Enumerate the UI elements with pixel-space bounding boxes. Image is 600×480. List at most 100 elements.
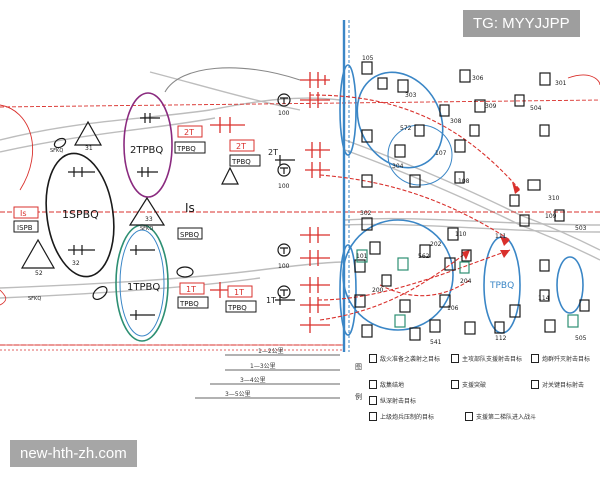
legend-box-icon (369, 354, 377, 363)
legend-box-icon (465, 412, 473, 421)
legend-item: 上级炮兵压制的目标 (369, 412, 434, 421)
tnum-106: 106 (447, 305, 459, 312)
legend-box-icon (451, 380, 459, 389)
legend-label: 主攻部队支援射击目标 (462, 356, 523, 363)
target-area-3 (556, 256, 584, 314)
tnum-310: 310 (548, 195, 560, 202)
tnum-505: 505 (575, 335, 587, 342)
legend-header-top: 图 (355, 363, 362, 371)
label-33: 33 (145, 216, 153, 223)
label-52: 52 (35, 270, 43, 277)
legend-label: 炮群歼灭射击目标 (542, 356, 591, 363)
legend-box-icon (369, 412, 377, 421)
label-100-b: 100 (278, 183, 290, 190)
tnum-107: 107 (435, 150, 447, 157)
map-labels: 1SPBQ 2TPBQ 1TPBQ TPBQ Is Is ISPB 2T TPB… (17, 110, 514, 312)
tnum-541: 541 (430, 339, 442, 346)
label-31: 31 (85, 145, 93, 152)
label-2t-a: 2T (184, 128, 194, 137)
legend-item: 支援第二梯队进入战斗 (465, 412, 536, 421)
legend-item: 支援突破 (451, 380, 486, 389)
legend-item: 炮群歼灭射击目标 (531, 354, 590, 363)
red-arc (164, 67, 301, 93)
label-32: 32 (72, 260, 80, 267)
tnum-109: 109 (545, 213, 557, 220)
label-is-big: Is (185, 201, 195, 215)
label-tpbq-d: TPBQ (227, 304, 247, 312)
tnum-101: 101 (356, 253, 368, 260)
legend-item: 主攻部队支援射击目标 (451, 354, 522, 363)
legend-label: 敌火准备之袭射之目标 (380, 356, 441, 363)
scale-3: 3—4公里 (240, 377, 266, 384)
tnum-572: 572 (400, 125, 412, 132)
tnum-308: 308 (450, 118, 462, 125)
tnum-105: 105 (362, 55, 374, 62)
legend-item: 敌火准备之袭射之目标 (369, 354, 440, 363)
target-area-4 (339, 244, 357, 336)
legend-item: 纵深射击目标 (369, 396, 416, 405)
tnum-204: 204 (460, 278, 472, 285)
label-sfkq-3: SFKQ (28, 296, 41, 302)
legend-box-icon (369, 396, 377, 405)
tnum-110: 110 (455, 231, 467, 238)
scale-strip (0, 289, 345, 351)
legend-label: 对关键目标射击 (542, 382, 585, 389)
label-ispb-box: ISPB (17, 224, 33, 232)
tnum-111: 111 (495, 233, 507, 240)
label-1t-a: 1T (186, 285, 196, 294)
legend-item: 对关键目标射击 (531, 380, 584, 389)
unit-ellipses (45, 64, 584, 342)
tnum-202: 202 (430, 241, 442, 248)
legend-box-icon (531, 354, 539, 363)
tnum-112: 112 (495, 335, 507, 342)
target-squares-cyan (356, 249, 579, 328)
label-1spbq: 1SPBQ (62, 208, 99, 221)
tnum-114: 114 (538, 295, 550, 302)
label-2t-b: 2T (236, 142, 246, 151)
legend-header-bottom: 例 (355, 393, 362, 401)
label-sfkq-2: SFKQ (140, 226, 153, 232)
distance-labels: 1—2公里 1—3公里 3—4公里 3—5公里 (225, 348, 284, 398)
legend-label: 上级炮兵压制的目标 (380, 414, 435, 421)
tnum-309: 309 (485, 103, 497, 110)
label-tpbq-c: TPBQ (179, 300, 199, 308)
tnum-304: 304 (392, 163, 404, 170)
tnum-302: 302 (360, 210, 372, 217)
label-2tpbq: 2TPBQ (130, 145, 163, 156)
legend-label: 纵深射击目标 (380, 398, 417, 405)
scale-2: 1—3公里 (250, 363, 276, 370)
legend: 图 例 敌火准备之袭射之目标 主攻部队支援射击目标 炮群歼灭射击目标 对关键目标… (355, 348, 593, 424)
scale-1: 1—2公里 (258, 348, 284, 355)
tnum-200: 200 (372, 287, 384, 294)
label-2t-mid: 2T (268, 148, 278, 157)
label-tpbq-b: TPBQ (231, 158, 251, 166)
label-1t-b: 1T (234, 288, 244, 297)
label-100-a: 100 (278, 110, 290, 117)
legend-label: 敌集结地 (380, 382, 405, 389)
label-1t-mid: 1T (266, 296, 276, 305)
target-area-2 (342, 219, 454, 331)
label-100-c: 100 (278, 263, 290, 270)
legend-box-icon (451, 354, 459, 363)
tnum-306: 306 (472, 75, 484, 82)
tnum-504: 504 (530, 105, 542, 112)
legend-label: 支援突破 (462, 382, 487, 389)
label-tpbq-blue: TPBQ (489, 281, 514, 291)
legend-item: 敌集结地 (369, 380, 404, 389)
legend-label: 支援第二梯队进入战斗 (476, 414, 537, 421)
tnum-301: 301 (555, 80, 567, 87)
legend-box-icon (531, 380, 539, 389)
label-spbq-box: SPBQ (180, 231, 199, 239)
watermark-top-right: TG: MYYJJPP (463, 10, 580, 37)
label-is-box: Is (20, 209, 27, 218)
tnum-303: 303 (405, 92, 417, 99)
target-numbers: 105 303 306 301 309 308 572 107 304 108 … (356, 55, 587, 346)
tnum-562: 562 (418, 253, 430, 260)
label-1tpbq: 1TPBQ (127, 282, 160, 293)
distance-arrows (195, 354, 340, 399)
label-sfkq-1: SFKQ (50, 148, 63, 154)
legend-box-icon (369, 380, 377, 389)
watermark-bottom-left: new-hth-zh.com (10, 440, 137, 467)
scale-4: 3—5公里 (225, 391, 251, 398)
tnum-108: 108 (458, 178, 470, 185)
